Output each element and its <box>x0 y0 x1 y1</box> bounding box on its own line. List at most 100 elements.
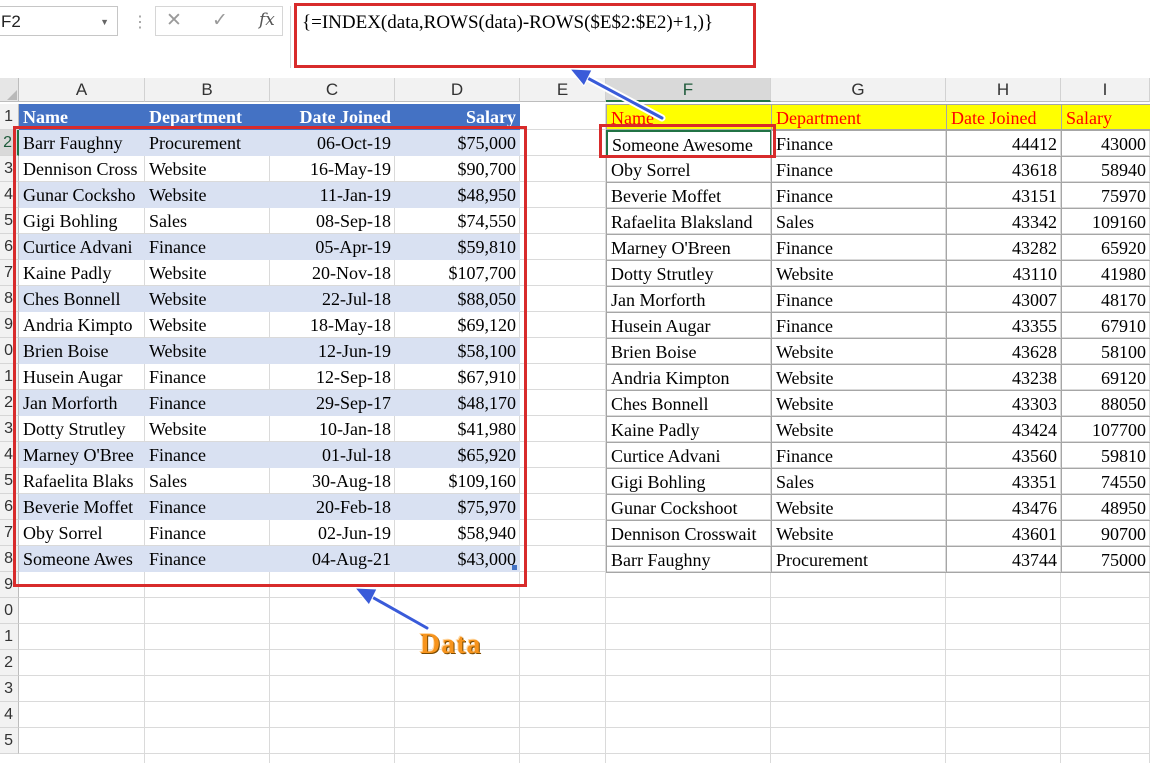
row-gridline <box>19 623 1150 624</box>
right-table-header: Department <box>771 104 947 130</box>
right-table-cell[interactable]: Website <box>771 520 947 547</box>
right-table-cell[interactable]: 75970 <box>1061 182 1150 209</box>
right-table-cell[interactable]: 107700 <box>1061 416 1150 443</box>
right-table-cell[interactable]: 43744 <box>946 546 1062 573</box>
right-table-cell[interactable]: Finance <box>771 312 947 339</box>
right-table-cell[interactable]: Website <box>771 416 947 443</box>
right-table-cell[interactable]: Ches Bonnell <box>606 390 772 417</box>
right-table-cell[interactable]: Barr Faughny <box>606 546 772 573</box>
right-table-cell[interactable]: Marney O'Breen <box>606 234 772 261</box>
right-table-cell[interactable]: Brien Boise <box>606 338 772 365</box>
column-header-i[interactable]: I <box>1061 78 1150 102</box>
column-header-c[interactable]: C <box>270 78 395 102</box>
right-table-cell[interactable]: 43282 <box>946 234 1062 261</box>
right-table-cell[interactable]: 43238 <box>946 364 1062 391</box>
right-table-cell[interactable]: 43618 <box>946 156 1062 183</box>
column-header-h[interactable]: H <box>946 78 1061 102</box>
right-table-cell[interactable]: 43303 <box>946 390 1062 417</box>
name-box[interactable]: F2 ▼ <box>0 6 118 36</box>
right-table-cell[interactable]: 43110 <box>946 260 1062 287</box>
right-table-cell[interactable]: Sales <box>771 468 947 495</box>
right-table-cell[interactable]: 69120 <box>1061 364 1150 391</box>
right-table-cell[interactable]: Dennison Crosswait <box>606 520 772 547</box>
row-header[interactable]: 4 <box>0 702 19 728</box>
right-table-cell[interactable]: Finance <box>771 156 947 183</box>
row-gridline <box>19 753 1150 754</box>
right-table-cell[interactable]: Beverie Moffet <box>606 182 772 209</box>
arrow-to-formula-icon <box>568 68 666 122</box>
select-all-corner[interactable] <box>0 78 19 102</box>
column-header-d[interactable]: D <box>395 78 520 102</box>
row-gridline <box>19 727 1150 728</box>
right-table-cell[interactable]: Sales <box>771 208 947 235</box>
data-callout-label: Data <box>420 629 482 660</box>
right-table-cell[interactable]: 41980 <box>1061 260 1150 287</box>
right-table-cell[interactable]: Website <box>771 390 947 417</box>
right-table-cell[interactable]: 75000 <box>1061 546 1150 573</box>
right-table-cell[interactable]: 90700 <box>1061 520 1150 547</box>
column-header-a[interactable]: A <box>19 78 145 102</box>
drag-handle-icon[interactable]: ⋮ <box>132 12 148 32</box>
right-table-cell[interactable]: Rafaelita Blaksland <box>606 208 772 235</box>
chevron-down-icon[interactable]: ▼ <box>100 7 109 37</box>
row-header[interactable]: 3 <box>0 676 19 702</box>
right-table-cell[interactable]: 43560 <box>946 442 1062 469</box>
right-table-cell[interactable]: Oby Sorrel <box>606 156 772 183</box>
right-table-cell[interactable]: Dotty Strutley <box>606 260 772 287</box>
right-table-cell[interactable]: Finance <box>771 234 947 261</box>
right-table-cell[interactable]: 65920 <box>1061 234 1150 261</box>
right-table-cell[interactable]: Jan Morforth <box>606 286 772 313</box>
right-table-cell[interactable]: 43601 <box>946 520 1062 547</box>
right-table-cell[interactable]: Husein Augar <box>606 312 772 339</box>
right-table-cell[interactable]: Gunar Cockshoot <box>606 494 772 521</box>
row-header[interactable]: 2 <box>0 650 19 676</box>
right-table-cell[interactable]: 44412 <box>946 130 1062 157</box>
row-gridline <box>19 597 1150 598</box>
right-table-cell[interactable]: 109160 <box>1061 208 1150 235</box>
fill-handle[interactable] <box>512 565 517 570</box>
right-table-cell[interactable]: 59810 <box>1061 442 1150 469</box>
right-table-cell[interactable]: Website <box>771 494 947 521</box>
right-table-cell[interactable]: Gigi Bohling <box>606 468 772 495</box>
right-table-cell[interactable]: Finance <box>771 442 947 469</box>
right-table-cell[interactable]: Finance <box>771 130 947 157</box>
right-table-cell[interactable]: 48170 <box>1061 286 1150 313</box>
right-table-cell[interactable]: Curtice Advani <box>606 442 772 469</box>
right-table-cell[interactable]: 43355 <box>946 312 1062 339</box>
column-header-b[interactable]: B <box>145 78 270 102</box>
checkmark-icon[interactable]: ✓ <box>212 9 228 31</box>
right-table-cell[interactable]: 67910 <box>1061 312 1150 339</box>
right-table-cell[interactable]: Procurement <box>771 546 947 573</box>
row-header[interactable]: 5 <box>0 728 19 754</box>
data-range-highlight-box <box>13 126 527 587</box>
right-table-cell[interactable]: Finance <box>771 182 947 209</box>
cancel-x-icon[interactable]: ✕ <box>166 9 182 31</box>
right-table-cell[interactable]: 43007 <box>946 286 1062 313</box>
right-table-cell[interactable]: 88050 <box>1061 390 1150 417</box>
right-table-cell[interactable]: Website <box>771 364 947 391</box>
row-header[interactable]: 0 <box>0 598 19 624</box>
row-header[interactable]: 1 <box>0 624 19 650</box>
right-table-cell[interactable]: 43000 <box>1061 130 1150 157</box>
right-table-cell[interactable]: 58100 <box>1061 338 1150 365</box>
right-table-cell[interactable]: 43476 <box>946 494 1062 521</box>
right-table-cell[interactable]: Finance <box>771 286 947 313</box>
right-table-cell[interactable]: Kaine Padly <box>606 416 772 443</box>
right-table-cell[interactable]: 74550 <box>1061 468 1150 495</box>
column-header-g[interactable]: G <box>771 78 946 102</box>
row-gridline <box>19 649 1150 650</box>
right-table-cell[interactable]: Website <box>771 338 947 365</box>
right-table-cell[interactable]: 43151 <box>946 182 1062 209</box>
right-table-cell[interactable]: Andria Kimpton <box>606 364 772 391</box>
right-table-cell[interactable]: 43351 <box>946 468 1062 495</box>
right-table-cell[interactable]: Website <box>771 260 947 287</box>
insert-function-icon[interactable]: fx <box>259 10 275 30</box>
name-box-value: F2 <box>1 12 21 31</box>
formula-highlight-box <box>294 3 756 68</box>
right-table-header: Salary <box>1061 104 1150 130</box>
right-table-cell[interactable]: 48950 <box>1061 494 1150 521</box>
right-table-cell[interactable]: 43342 <box>946 208 1062 235</box>
right-table-cell[interactable]: 58940 <box>1061 156 1150 183</box>
right-table-cell[interactable]: 43628 <box>946 338 1062 365</box>
right-table-cell[interactable]: 43424 <box>946 416 1062 443</box>
